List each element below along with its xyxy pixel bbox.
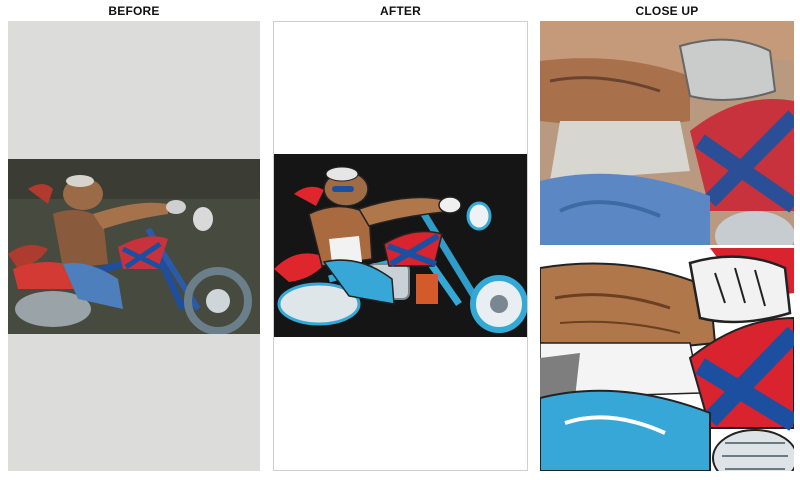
before-panel bbox=[8, 21, 260, 471]
after-panel bbox=[273, 21, 528, 471]
after-image bbox=[274, 154, 527, 337]
close-up-heading: CLOSE UP bbox=[635, 4, 699, 18]
close-up-original-image bbox=[540, 21, 794, 245]
before-heading: BEFORE bbox=[108, 4, 160, 18]
before-image bbox=[8, 159, 260, 334]
close-up-vector-image bbox=[540, 248, 794, 471]
after-heading: AFTER bbox=[380, 4, 421, 18]
